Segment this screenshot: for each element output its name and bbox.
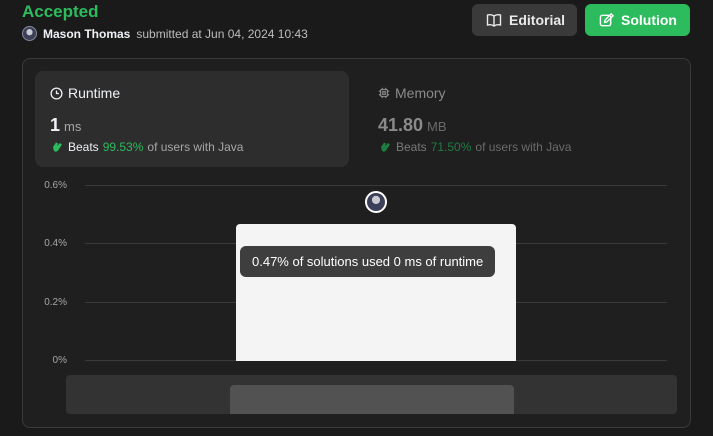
y-tick-label: 0.4% [44,238,67,249]
chart-range-selector[interactable] [230,385,514,414]
runtime-card[interactable]: Runtime 1 ms Beats 99.53% of users with … [35,71,349,167]
editorial-button[interactable]: Editorial [472,4,577,36]
runtime-beats-suffix: of users with Java [147,140,244,154]
memory-title: Memory [395,85,446,101]
your-submission-marker[interactable] [365,191,387,213]
y-tick-label: 0% [52,355,67,366]
clock-icon [50,86,63,100]
clap-icon [50,140,64,154]
avatar[interactable] [22,26,37,41]
clap-icon [378,140,392,154]
book-icon [486,12,502,28]
memory-unit: MB [427,119,447,134]
memory-beats-suffix: of users with Java [475,140,572,154]
chart-tooltip: 0.47% of solutions used 0 ms of runtime [240,246,496,277]
editorial-label: Editorial [509,12,566,28]
memory-beats-label: Beats [396,140,427,154]
runtime-title: Runtime [68,85,121,101]
edit-icon [599,12,614,28]
submitted-time: submitted at Jun 04, 2024 10:43 [136,26,308,41]
y-tick-label: 0.6% [44,180,67,191]
y-tick-label: 0.2% [44,297,67,308]
gridline [85,185,667,186]
author-name[interactable]: Mason Thomas [43,27,130,41]
submitter-info: Mason Thomas submitted at Jun 04, 2024 1… [22,26,308,41]
memory-value: 41.80 [378,115,424,135]
memory-card[interactable]: Memory 41.80 MB Beats 71.50% of users wi… [363,71,677,167]
runtime-beats-percent: 99.53% [102,140,144,154]
performance-panel: Runtime 1 ms Beats 99.53% of users with … [22,58,691,428]
chip-icon [378,87,390,99]
submission-status: Accepted [22,2,99,21]
memory-beats-percent: 71.50% [430,140,472,154]
runtime-beats-label: Beats [68,140,99,154]
runtime-unit: ms [64,119,82,134]
chart-bar[interactable] [236,224,516,361]
runtime-value: 1 [50,115,61,135]
solution-label: Solution [621,12,677,28]
solution-button[interactable]: Solution [585,4,690,36]
